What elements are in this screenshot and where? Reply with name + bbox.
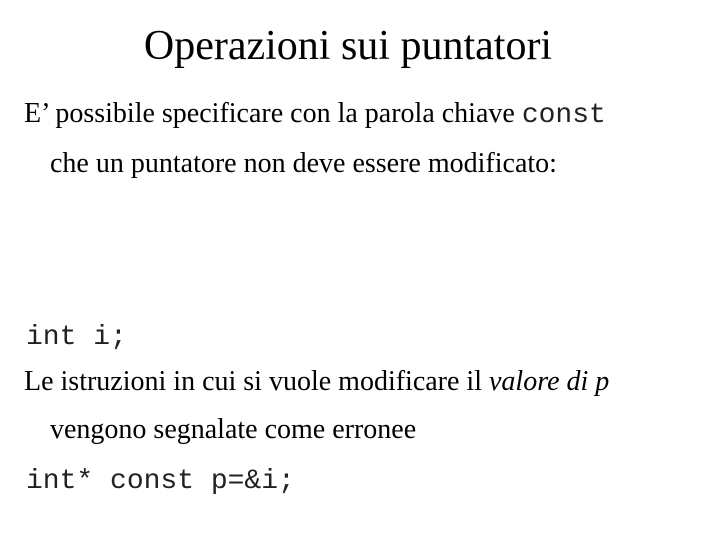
code-line: int* const p=&i;: [26, 466, 295, 497]
paragraph-text: E’ possibile specificare con la parola c…: [24, 98, 522, 129]
code-line: int i;: [26, 322, 127, 353]
paragraph-line-2: che un puntatore non deve essere modific…: [50, 148, 557, 179]
keyword-const: const: [521, 100, 606, 131]
paragraph-line-1: Le istruzioni in cui si vuole modificare…: [24, 366, 609, 397]
paragraph-line-1: E’ possibile specificare con la parola c…: [24, 98, 606, 131]
paragraph-const-description: E’ possibile specificare con la parola c…: [24, 90, 606, 188]
paragraph-text: Le istruzioni in cui si vuole modificare…: [24, 366, 489, 397]
paragraph-error-description: Le istruzioni in cui si vuole modificare…: [24, 358, 609, 454]
emphasis-valore-di-p: valore di p: [489, 366, 610, 397]
slide-title: Operazioni sui puntatori: [143, 23, 553, 69]
paragraph-line-2: vengono segnalate come erronee: [50, 414, 417, 445]
